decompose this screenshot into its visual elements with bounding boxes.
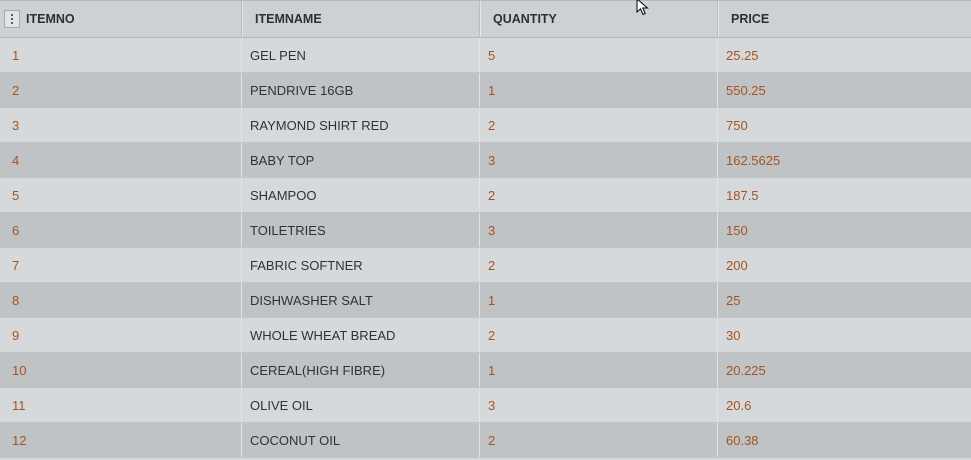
cell-price[interactable]: 60.38: [718, 423, 971, 457]
cell-itemname[interactable]: GEL PEN: [242, 38, 480, 72]
column-menu-button[interactable]: [4, 10, 20, 28]
cell-quantity[interactable]: 1: [480, 283, 718, 317]
column-header-itemname[interactable]: ITEMNAME: [242, 1, 480, 37]
table-row[interactable]: 3 RAYMOND SHIRT RED 2 750: [0, 108, 971, 143]
cell-itemname[interactable]: BABY TOP: [242, 143, 480, 177]
table-row[interactable]: 8 DISHWASHER SALT 1 25: [0, 283, 971, 318]
cell-price[interactable]: 30: [718, 318, 971, 352]
table-row[interactable]: 6 TOILETRIES 3 150: [0, 213, 971, 248]
table-row[interactable]: 12 COCONUT OIL 2 60.38: [0, 423, 971, 458]
cell-itemno[interactable]: 10: [0, 353, 242, 387]
cell-quantity[interactable]: 2: [480, 108, 718, 142]
cell-itemname[interactable]: SHAMPOO: [242, 178, 480, 212]
cell-itemname[interactable]: RAYMOND SHIRT RED: [242, 108, 480, 142]
column-header-label: PRICE: [731, 12, 770, 26]
table-row[interactable]: 2 PENDRIVE 16GB 1 550.25: [0, 73, 971, 108]
cell-itemno[interactable]: 11: [0, 388, 242, 422]
cell-price[interactable]: 25: [718, 283, 971, 317]
table-row[interactable]: 4 BABY TOP 3 162.5625: [0, 143, 971, 178]
vertical-dots-icon: [10, 13, 14, 25]
column-header-label: ITEMNAME: [255, 12, 322, 26]
data-grid: ITEMNO ITEMNAME QUANTITY PRICE 1 GEL PEN…: [0, 0, 971, 460]
cell-price[interactable]: 200: [718, 248, 971, 282]
table-row[interactable]: 7 FABRIC SOFTNER 2 200: [0, 248, 971, 283]
cell-itemno[interactable]: 2: [0, 73, 242, 107]
grid-body: 1 GEL PEN 5 25.25 2 PENDRIVE 16GB 1 550.…: [0, 38, 971, 458]
cell-itemname[interactable]: TOILETRIES: [242, 213, 480, 247]
cell-quantity[interactable]: 3: [480, 143, 718, 177]
cell-itemno[interactable]: 1: [0, 38, 242, 72]
cell-quantity[interactable]: 2: [480, 248, 718, 282]
cell-itemname[interactable]: OLIVE OIL: [242, 388, 480, 422]
column-header-price[interactable]: PRICE: [718, 1, 971, 37]
cell-price[interactable]: 25.25: [718, 38, 971, 72]
cell-itemno[interactable]: 7: [0, 248, 242, 282]
cell-itemname[interactable]: PENDRIVE 16GB: [242, 73, 480, 107]
cell-itemno[interactable]: 6: [0, 213, 242, 247]
cell-itemno[interactable]: 12: [0, 423, 242, 457]
cell-price[interactable]: 187.5: [718, 178, 971, 212]
cell-itemname[interactable]: FABRIC SOFTNER: [242, 248, 480, 282]
table-row[interactable]: 9 WHOLE WHEAT BREAD 2 30: [0, 318, 971, 353]
cell-quantity[interactable]: 1: [480, 353, 718, 387]
cell-price[interactable]: 150: [718, 213, 971, 247]
cell-itemname[interactable]: COCONUT OIL: [242, 423, 480, 457]
column-header-label: ITEMNO: [26, 12, 75, 26]
cell-itemname[interactable]: DISHWASHER SALT: [242, 283, 480, 317]
cell-itemname[interactable]: WHOLE WHEAT BREAD: [242, 318, 480, 352]
cell-itemno[interactable]: 5: [0, 178, 242, 212]
cell-quantity[interactable]: 1: [480, 73, 718, 107]
column-header-itemno[interactable]: ITEMNO: [0, 1, 242, 37]
cell-quantity[interactable]: 2: [480, 423, 718, 457]
grid-header: ITEMNO ITEMNAME QUANTITY PRICE: [0, 0, 971, 38]
cell-itemno[interactable]: 8: [0, 283, 242, 317]
cell-quantity[interactable]: 2: [480, 318, 718, 352]
cell-quantity[interactable]: 3: [480, 213, 718, 247]
column-header-label: QUANTITY: [493, 12, 557, 26]
cell-quantity[interactable]: 3: [480, 388, 718, 422]
cell-itemno[interactable]: 4: [0, 143, 242, 177]
table-row[interactable]: 10 CEREAL(HIGH FIBRE) 1 20.225: [0, 353, 971, 388]
cell-price[interactable]: 750: [718, 108, 971, 142]
table-row[interactable]: 11 OLIVE OIL 3 20.6: [0, 388, 971, 423]
cell-price[interactable]: 162.5625: [718, 143, 971, 177]
cell-price[interactable]: 20.6: [718, 388, 971, 422]
cell-quantity[interactable]: 5: [480, 38, 718, 72]
cell-quantity[interactable]: 2: [480, 178, 718, 212]
column-header-quantity[interactable]: QUANTITY: [480, 1, 718, 37]
cell-itemno[interactable]: 9: [0, 318, 242, 352]
cell-price[interactable]: 550.25: [718, 73, 971, 107]
table-row[interactable]: 1 GEL PEN 5 25.25: [0, 38, 971, 73]
cell-itemno[interactable]: 3: [0, 108, 242, 142]
table-row[interactable]: 5 SHAMPOO 2 187.5: [0, 178, 971, 213]
cell-itemname[interactable]: CEREAL(HIGH FIBRE): [242, 353, 480, 387]
cell-price[interactable]: 20.225: [718, 353, 971, 387]
